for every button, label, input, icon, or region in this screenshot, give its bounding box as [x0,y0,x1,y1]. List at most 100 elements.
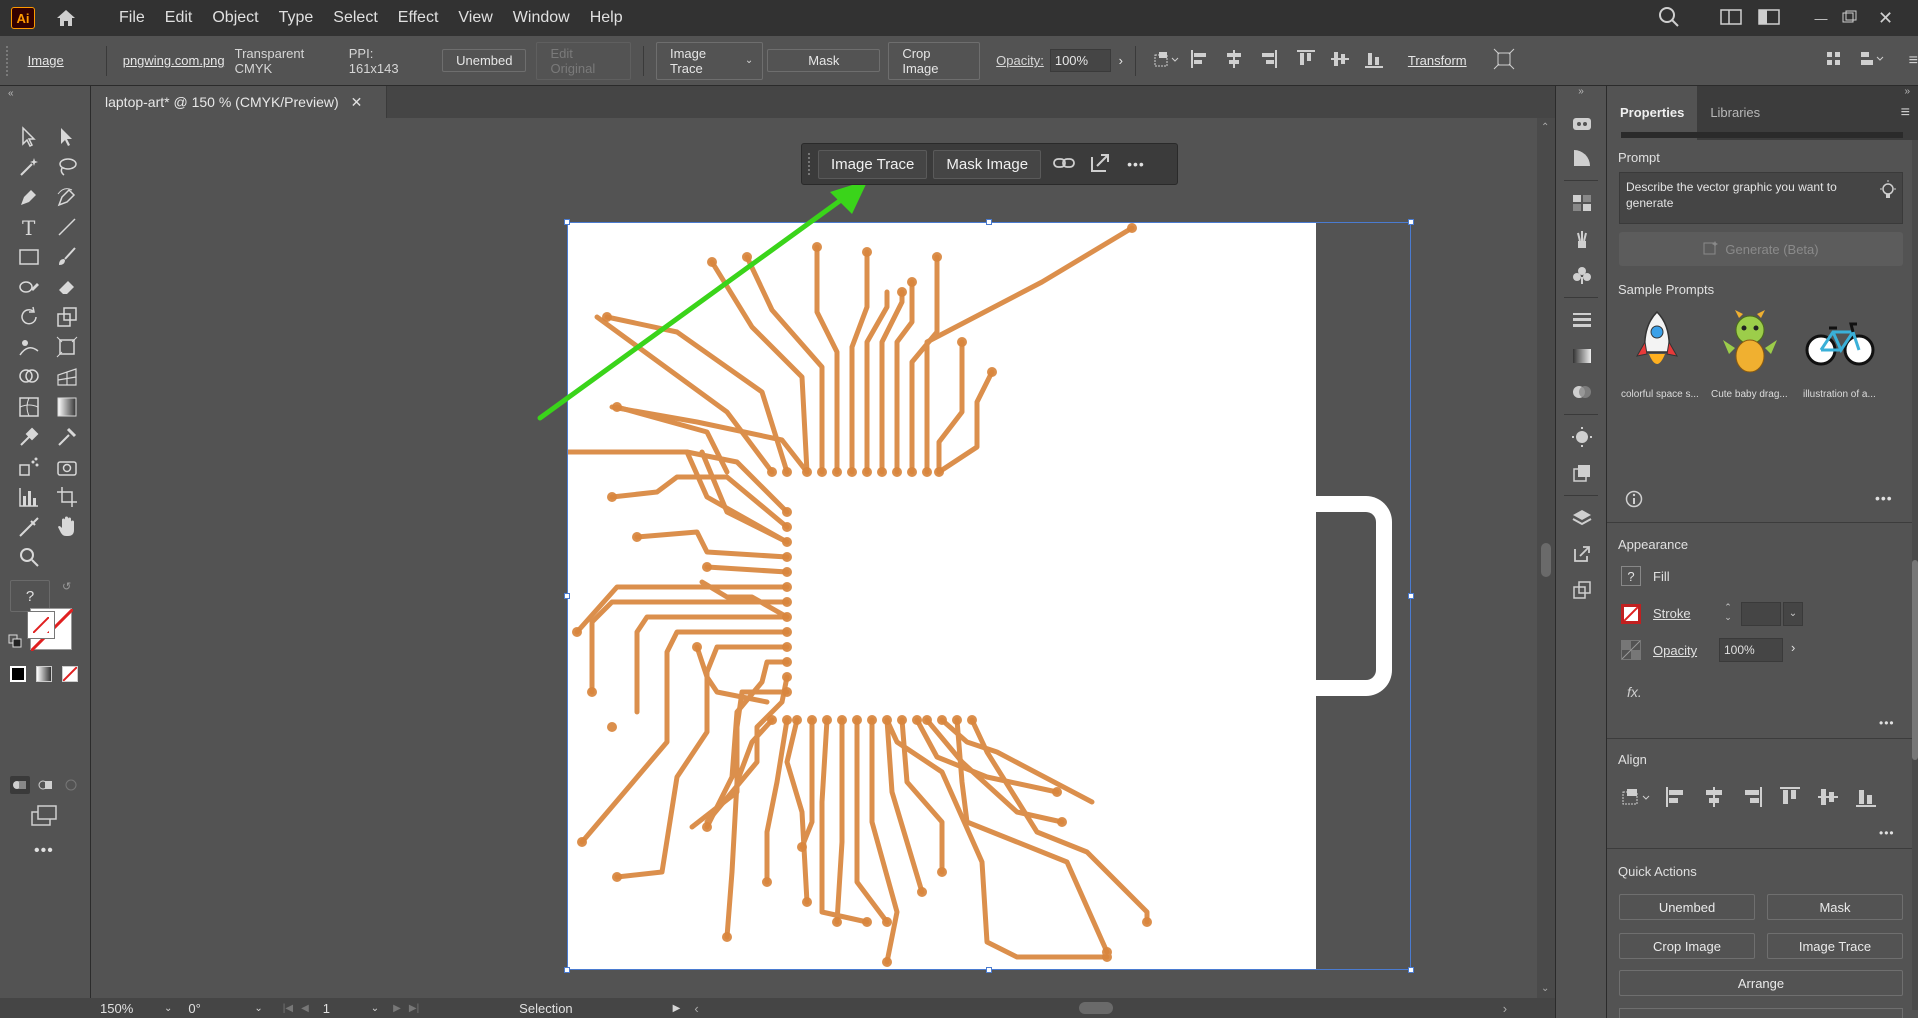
sample-prompt-dragon[interactable]: Cute baby drag... [1711,308,1793,404]
transform-link[interactable]: Transform [1408,53,1467,68]
resize-handle-right[interactable] [1408,593,1414,599]
paintbrush-tool-icon[interactable] [52,242,82,272]
image-trace-dropdown-icon[interactable]: ⌄ [745,55,753,66]
resize-handle-bottom-left[interactable] [564,967,570,973]
horizontal-scroll-thumb[interactable] [1078,1002,1113,1014]
pen-tool-icon[interactable] [14,182,44,212]
menu-file[interactable]: File [109,0,155,36]
rotation-input[interactable]: 0° [188,1001,248,1016]
last-artboard-icon[interactable]: ▶| [409,1003,419,1014]
quick-action-mask-button[interactable]: Mask [1767,894,1903,920]
screen-mode-icon[interactable] [30,804,60,828]
appearance-opacity-label[interactable]: Opacity [1653,643,1697,658]
align-to-icon[interactable] [1152,50,1180,71]
quick-action-unembed-button[interactable]: Unembed [1619,894,1755,920]
maximize-icon[interactable] [1842,10,1872,27]
symbol-sprayer-tool-icon[interactable] [14,452,44,482]
workspace-icon[interactable] [1720,8,1744,28]
layers-panel-icon[interactable] [1556,500,1608,536]
menu-edit[interactable]: Edit [155,0,203,36]
gradient-tool-icon[interactable] [52,392,82,422]
eraser-tool-icon[interactable] [52,272,82,302]
minimize-icon[interactable]: — [1806,11,1836,26]
document-tab[interactable]: laptop-art* @ 150 % (CMYK/Preview) ✕ [92,86,387,118]
menu-select[interactable]: Select [323,0,387,36]
rotation-dropdown-icon[interactable]: ⌄ [254,1003,262,1014]
transparency-panel-icon[interactable] [1556,374,1608,410]
align-bottom-icon[interactable] [1364,49,1384,72]
unembed-button[interactable]: Unembed [442,49,527,72]
symbols-panel-icon[interactable] [1556,257,1608,293]
status-menu-icon[interactable]: ▶ [673,1003,681,1014]
quick-action-image-trace-button[interactable]: Image Trace [1767,933,1903,959]
color-mode-gradient-icon[interactable] [36,666,52,682]
close-icon[interactable]: ✕ [1878,8,1908,29]
generative-more-icon[interactable]: ••• [1875,490,1893,506]
lasso-tool-icon[interactable] [52,152,82,182]
artboards-panel-icon[interactable] [1556,572,1608,608]
prompt-input[interactable]: Describe the vector graphic you want to … [1619,172,1903,224]
rectangle-tool-icon[interactable] [14,242,44,272]
stroke-weight-stepper[interactable]: ⌃ ⌄ [1719,602,1737,624]
align-hcenter-icon[interactable] [1224,49,1244,72]
close-document-icon[interactable]: ✕ [351,94,363,111]
default-fill-stroke-icon[interactable] [8,634,22,648]
appearance-opacity-chevron-icon[interactable]: › [1791,640,1795,655]
eyedropper-tool-icon[interactable] [14,422,44,452]
resize-handle-left[interactable] [564,593,570,599]
sample-prompt-rocket[interactable]: colorful space s... [1621,308,1699,404]
artboard-number-input[interactable]: 1 [323,1001,363,1016]
scroll-left-icon[interactable]: ‹ [694,1001,698,1016]
taskbar-grip-icon[interactable] [808,153,812,175]
scroll-right-icon[interactable]: › [1503,1001,1507,1016]
crop-arrow-icon[interactable] [1089,152,1111,177]
scale-tool-icon[interactable] [52,302,82,332]
magic-wand-tool-icon[interactable] [14,152,44,182]
more-tools-icon[interactable]: ••• [34,842,54,860]
vertical-scrollbar[interactable]: ⌃ ⌄ [1537,118,1555,998]
menu-object[interactable]: Object [202,0,268,36]
grid-options-icon[interactable] [1825,50,1843,71]
isolate-icon[interactable] [1493,48,1515,73]
appearance-opacity-input[interactable]: 100% [1719,638,1783,662]
selection-tool-icon[interactable] [14,122,44,152]
mesh-tool-icon[interactable] [14,392,44,422]
column-graph-tool-icon[interactable] [14,482,44,512]
direct-selection-tool-icon[interactable] [52,122,82,152]
panel-align-to-icon[interactable] [1621,786,1653,811]
panel-align-bottom-icon[interactable] [1855,786,1877,811]
rotate-tool-icon[interactable] [14,302,44,332]
appearance-more-icon[interactable]: ••• [1879,716,1895,730]
panel-align-right-icon[interactable] [1741,786,1763,811]
sample-prompt-bicycle[interactable]: illustration of a... [1803,308,1889,404]
first-artboard-icon[interactable]: |◀ [283,1003,293,1014]
menu-view[interactable]: View [448,0,502,36]
mask-button[interactable]: Mask [767,49,881,72]
export-panel-icon[interactable] [1556,536,1608,572]
collapse-toolbar-icon[interactable]: « [8,88,14,99]
align-vcenter-icon[interactable] [1330,49,1350,72]
resize-handle-top-right[interactable] [1408,219,1414,225]
measure-tool-icon[interactable] [52,422,82,452]
next-artboard-icon[interactable]: ▶ [393,1003,401,1014]
gradient-swatch-panel-icon[interactable] [1556,338,1608,374]
align-top-icon[interactable] [1296,49,1316,72]
swatches-panel-icon[interactable] [1556,185,1608,221]
panel-menu-icon[interactable]: ≡ [1909,52,1918,70]
zoom-dropdown-icon[interactable]: ⌄ [164,1003,172,1014]
home-icon[interactable] [53,5,79,31]
scroll-down-icon[interactable]: ⌄ [1541,983,1549,994]
puppet-warp-tool-icon[interactable] [14,332,44,362]
lightbulb-icon[interactable] [1879,180,1897,205]
link-icon[interactable] [1053,156,1075,173]
opacity-input[interactable]: 100% [1049,49,1111,72]
distribute-icon[interactable] [1859,50,1885,71]
generative-ai-panel-icon[interactable] [1556,104,1608,140]
search-icon[interactable] [1658,6,1682,31]
menu-type[interactable]: Type [269,0,324,36]
taskbar-mask-image-button[interactable]: Mask Image [933,149,1042,179]
line-tool-icon[interactable] [52,212,82,242]
opacity-label[interactable]: Opacity: [996,53,1044,68]
align-more-icon[interactable]: ••• [1879,826,1895,840]
panel-align-hcenter-icon[interactable] [1703,786,1725,811]
